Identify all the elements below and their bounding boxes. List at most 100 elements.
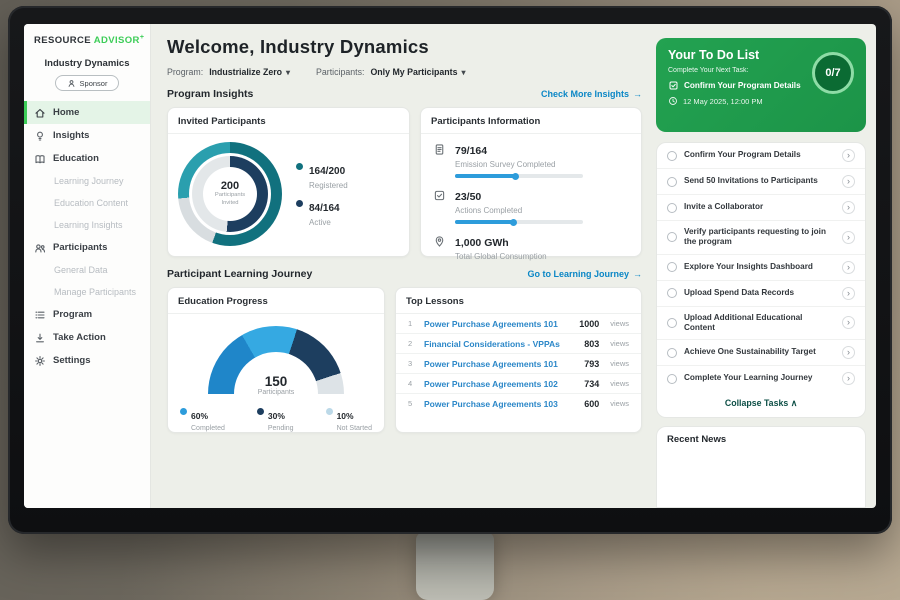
desk-background: RESOURCE ADVISOR+ Industry Dynamics Spon… <box>0 0 900 600</box>
sidebar-item-take-action[interactable]: Take Action <box>24 326 150 349</box>
sidebar-item-education[interactable]: Education <box>24 147 150 170</box>
arrow-right-icon: → <box>633 269 642 279</box>
legend-completed: 60% Completed <box>180 406 225 432</box>
invited-participants-card: Invited Participants 200 Participants In… <box>167 107 410 257</box>
invited-card-body: 200 Participants Invited 164/200 <box>168 134 409 254</box>
task-checkbox[interactable] <box>667 203 677 213</box>
check-more-insights-link[interactable]: Check More Insights→ <box>541 89 642 99</box>
task-checkbox[interactable] <box>667 262 677 272</box>
survey-value: 79/164 <box>455 145 487 157</box>
chevron-right-icon[interactable]: › <box>842 201 855 214</box>
task-label: Send 50 Invitations to Participants <box>684 176 835 186</box>
task-row[interactable]: Verify participants requesting to join t… <box>657 221 865 255</box>
sidebar-item-participants[interactable]: Participants <box>24 236 150 259</box>
sidebar-item-manage-participants[interactable]: Manage Participants <box>24 281 150 303</box>
legend-value: 60% <box>191 411 208 421</box>
lesson-link[interactable]: Financial Considerations - VPPAs <box>424 339 576 349</box>
brand-secondary: ADVISOR <box>94 35 140 46</box>
todo-panel: Your To Do List Complete Your Next Task:… <box>652 24 876 508</box>
task-checkbox[interactable] <box>667 374 677 384</box>
go-to-learning-journey-link[interactable]: Go to Learning Journey→ <box>527 269 642 279</box>
active-value: 84/164 <box>309 203 340 214</box>
task-row[interactable]: Upload Additional Educational Content › <box>657 307 865 341</box>
task-checkbox[interactable] <box>667 232 677 242</box>
participants-dropdown[interactable]: Only My Participants▾ <box>370 67 465 77</box>
sidebar-item-learning-insights[interactable]: Learning Insights <box>24 214 150 236</box>
chevron-right-icon[interactable]: › <box>842 231 855 244</box>
check-square-icon <box>668 80 679 91</box>
collapse-tasks-button[interactable]: Collapse Tasks ∧ <box>657 391 865 417</box>
sidebar-item-settings[interactable]: Settings <box>24 349 150 372</box>
sidebar-item-label: Manage Participants <box>54 287 136 297</box>
todo-progress-badge: 0/7 <box>812 52 854 94</box>
legend-value: 10% <box>337 411 354 421</box>
chevron-up-icon: ∧ <box>791 398 797 408</box>
legend-not-started: 10% Not Started <box>326 406 372 432</box>
task-row[interactable]: Send 50 Invitations to Participants › <box>657 169 865 195</box>
task-checkbox[interactable] <box>667 151 677 161</box>
gauge-center: 150 Participants <box>208 374 344 396</box>
legend-label: Not Started <box>337 425 372 432</box>
task-row[interactable]: Upload Spend Data Records › <box>657 281 865 307</box>
lesson-rank: 1 <box>408 319 416 328</box>
lesson-link[interactable]: Power Purchase Agreements 103 <box>424 399 576 409</box>
sidebar-item-label: Learning Journey <box>54 176 124 186</box>
chevron-right-icon[interactable]: › <box>842 175 855 188</box>
donut-center: 200 Participants Invited <box>203 167 257 221</box>
chevron-right-icon[interactable]: › <box>842 149 855 162</box>
task-row[interactable]: Achieve One Sustainability Target › <box>657 340 865 366</box>
lesson-views: 803 <box>584 339 599 349</box>
registered-label: Registered <box>309 181 348 190</box>
legend-pending: 30% Pending <box>257 406 294 432</box>
screen: RESOURCE ADVISOR+ Industry Dynamics Spon… <box>24 24 876 508</box>
task-row[interactable]: Explore Your Insights Dashboard › <box>657 255 865 281</box>
sidebar-item-program[interactable]: Program <box>24 303 150 326</box>
participants-icon <box>34 242 46 254</box>
brand-primary: RESOURCE <box>34 35 91 46</box>
lesson-row: 3 Power Purchase Agreements 101 793views <box>396 354 641 374</box>
sidebar-item-general-data[interactable]: General Data <box>24 259 150 281</box>
lesson-link[interactable]: Power Purchase Agreements 101 <box>424 359 576 369</box>
consumption-label: Total Global Consumption <box>455 252 547 261</box>
task-label: Upload Additional Educational Content <box>684 313 835 334</box>
actions-progress-fill <box>455 220 514 224</box>
task-label: Explore Your Insights Dashboard <box>684 262 835 272</box>
task-checkbox[interactable] <box>667 318 677 328</box>
chevron-right-icon[interactable]: › <box>842 261 855 274</box>
views-label: views <box>610 319 629 328</box>
gauge-center-label: Participants <box>208 389 344 396</box>
task-row[interactable]: Invite a Collaborator › <box>657 195 865 221</box>
lesson-rank: 3 <box>408 359 416 368</box>
recent-news-title: Recent News <box>667 434 855 445</box>
actions-label: Actions Completed <box>455 206 583 215</box>
monitor-bezel: RESOURCE ADVISOR+ Industry Dynamics Spon… <box>8 6 892 534</box>
sidebar-item-insights[interactable]: Insights <box>24 124 150 147</box>
collapse-tasks-label: Collapse Tasks <box>725 398 788 408</box>
lesson-link[interactable]: Power Purchase Agreements 102 <box>424 379 576 389</box>
task-checkbox[interactable] <box>667 288 677 298</box>
org-name: Industry Dynamics <box>24 58 150 69</box>
clock-icon <box>668 96 678 106</box>
program-dropdown[interactable]: Industrialize Zero▾ <box>209 67 290 77</box>
sidebar-item-home[interactable]: Home <box>24 101 150 124</box>
sidebar-item-label: General Data <box>54 265 108 275</box>
chevron-right-icon[interactable]: › <box>842 316 855 329</box>
chevron-right-icon[interactable]: › <box>842 346 855 359</box>
chevron-right-icon[interactable]: › <box>842 372 855 385</box>
participants-dropdown-value: Only My Participants <box>370 67 457 77</box>
task-row[interactable]: Confirm Your Program Details › <box>657 143 865 169</box>
lesson-link[interactable]: Power Purchase Agreements 101 <box>424 319 571 329</box>
blue-dot-icon <box>180 408 187 415</box>
sidebar-item-education-content[interactable]: Education Content <box>24 192 150 214</box>
sidebar-item-learning-journey[interactable]: Learning Journey <box>24 170 150 192</box>
todo-next-task-label: Confirm Your Program Details <box>684 81 801 90</box>
task-checkbox[interactable] <box>667 348 677 358</box>
task-row[interactable]: Complete Your Learning Journey › <box>657 366 865 391</box>
gauge-center-value: 150 <box>208 374 344 389</box>
sidebar-item-label: Learning Insights <box>54 220 123 230</box>
task-checkbox[interactable] <box>667 177 677 187</box>
program-dropdown-value: Industrialize Zero <box>209 67 282 77</box>
sidebar-item-label: Participants <box>53 242 107 253</box>
lesson-views: 1000 <box>579 319 599 329</box>
chevron-right-icon[interactable]: › <box>842 287 855 300</box>
